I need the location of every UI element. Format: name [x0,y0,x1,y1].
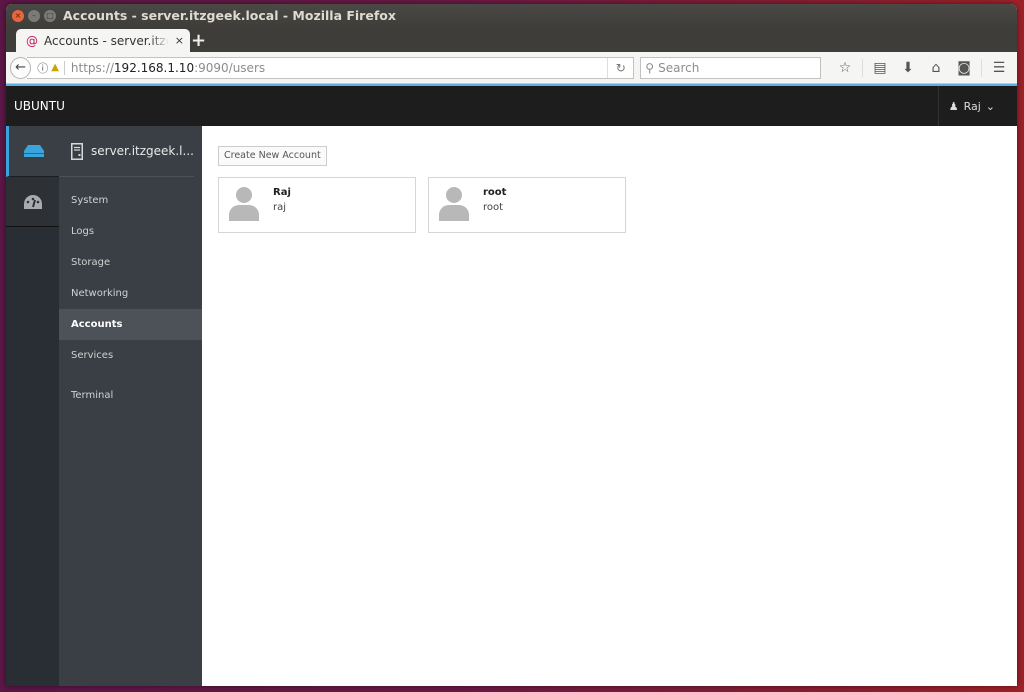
window-maximize-button[interactable]: □ [44,10,56,22]
url-path: :9090/users [194,60,266,75]
account-list: Raj raj root root [218,176,1001,233]
url-host: 192.168.1.10 [113,60,195,75]
reading-list-icon[interactable]: ▤ [866,60,894,76]
maximize-icon: □ [46,11,54,20]
url-scheme: https:// [70,60,114,75]
dashboard-gauge-icon [23,194,42,209]
back-arrow-icon: ← [15,60,27,75]
insecure-lock-icon[interactable]: ▲ [51,62,59,73]
rail-item-host[interactable] [6,126,59,177]
search-icon: ⚲ [645,60,655,75]
nav-item-system[interactable]: System [59,185,202,216]
host-navigation: server.itzgeek.l... System Logs Storage … [59,126,202,686]
tab-accounts[interactable]: @ Accounts - server.itzgeek.local × [16,29,190,52]
info-icon[interactable]: ⓘ [37,60,48,76]
host-name: server.itzgeek.l... [91,144,194,158]
nav-item-terminal[interactable]: Terminal [59,380,202,411]
download-icon[interactable]: ⬇ [894,60,922,76]
search-input[interactable] [658,60,809,75]
cockpit-app: UBUNTU ♟ Raj ⌄ server.itzgeek.l... Syste… [6,86,1017,686]
chevron-down-icon: ⌄ [985,99,995,113]
nav-item-accounts[interactable]: Accounts [59,309,202,340]
account-card[interactable]: root root [428,176,626,233]
reload-button[interactable]: ↻ [607,57,633,78]
toolbar-icons: ☆ ▤ ⬇ ⌂ ◙ ☰ [831,58,1013,77]
debian-swirl-icon: @ [26,33,38,48]
firefox-window: × – □ Accounts - server.itzgeek.local - … [6,4,1017,686]
account-username: root [483,201,504,213]
toolbar-separator [981,58,982,77]
new-tab-button[interactable]: + [191,30,206,51]
user-menu[interactable]: ♟ Raj ⌄ [937,86,1017,126]
user-avatar-icon [437,185,471,225]
window-minimize-button[interactable]: – [28,10,40,22]
window-close-button[interactable]: × [12,10,24,22]
title-bar: × – □ Accounts - server.itzgeek.local - … [6,4,1017,28]
user-icon: ♟ [948,99,959,113]
accounts-page: Create New Account Raj raj root root [202,126,1017,686]
machine-rail [6,126,59,686]
create-new-account-button[interactable]: Create New Account [218,145,327,166]
close-icon: × [14,11,22,20]
menu-icon[interactable]: ☰ [985,60,1013,76]
pocket-icon[interactable]: ◙ [950,60,978,76]
brand-label: UBUNTU [14,99,65,113]
account-username: raj [273,201,287,213]
minimize-icon: – [32,11,36,20]
url-bar[interactable]: ⓘ ▲ https://192.168.1.10:9090/users ↻ [27,56,635,79]
tab-label: Accounts - server.itzgeek.local [44,33,169,48]
nav-item-storage[interactable]: Storage [59,247,202,278]
tab-strip: @ Accounts - server.itzgeek.local × + [6,28,1017,52]
toolbar-separator [862,58,863,77]
home-icon[interactable]: ⌂ [922,60,950,76]
account-full-name: root [483,186,507,198]
nav-item-networking[interactable]: Networking [59,278,202,309]
search-bar[interactable]: ⚲ [640,56,821,79]
account-full-name: Raj [273,186,291,198]
back-button[interactable]: ← [10,56,32,79]
host-header[interactable]: server.itzgeek.l... [59,126,194,177]
bookmark-star-icon[interactable]: ☆ [831,60,859,76]
account-card[interactable]: Raj raj [218,176,416,233]
server-drive-icon [24,145,44,157]
user-avatar-icon [227,185,261,225]
navigation-toolbar: ← ⓘ ▲ https://192.168.1.10:9090/users ↻ … [6,52,1017,84]
server-icon [71,142,83,160]
nav-list: System Logs Storage Networking Accounts … [59,177,202,411]
nav-item-logs[interactable]: Logs [59,216,202,247]
user-name: Raj [963,99,981,113]
url-separator [63,60,65,75]
window-title: Accounts - server.itzgeek.local - Mozill… [63,8,396,23]
cockpit-header: UBUNTU ♟ Raj ⌄ [6,86,1017,126]
reload-icon: ↻ [615,60,626,75]
rail-item-dashboard[interactable] [6,177,59,227]
nav-item-services[interactable]: Services [59,340,202,371]
cockpit-body: server.itzgeek.l... System Logs Storage … [6,126,1017,686]
tab-close-icon[interactable]: × [175,34,184,47]
